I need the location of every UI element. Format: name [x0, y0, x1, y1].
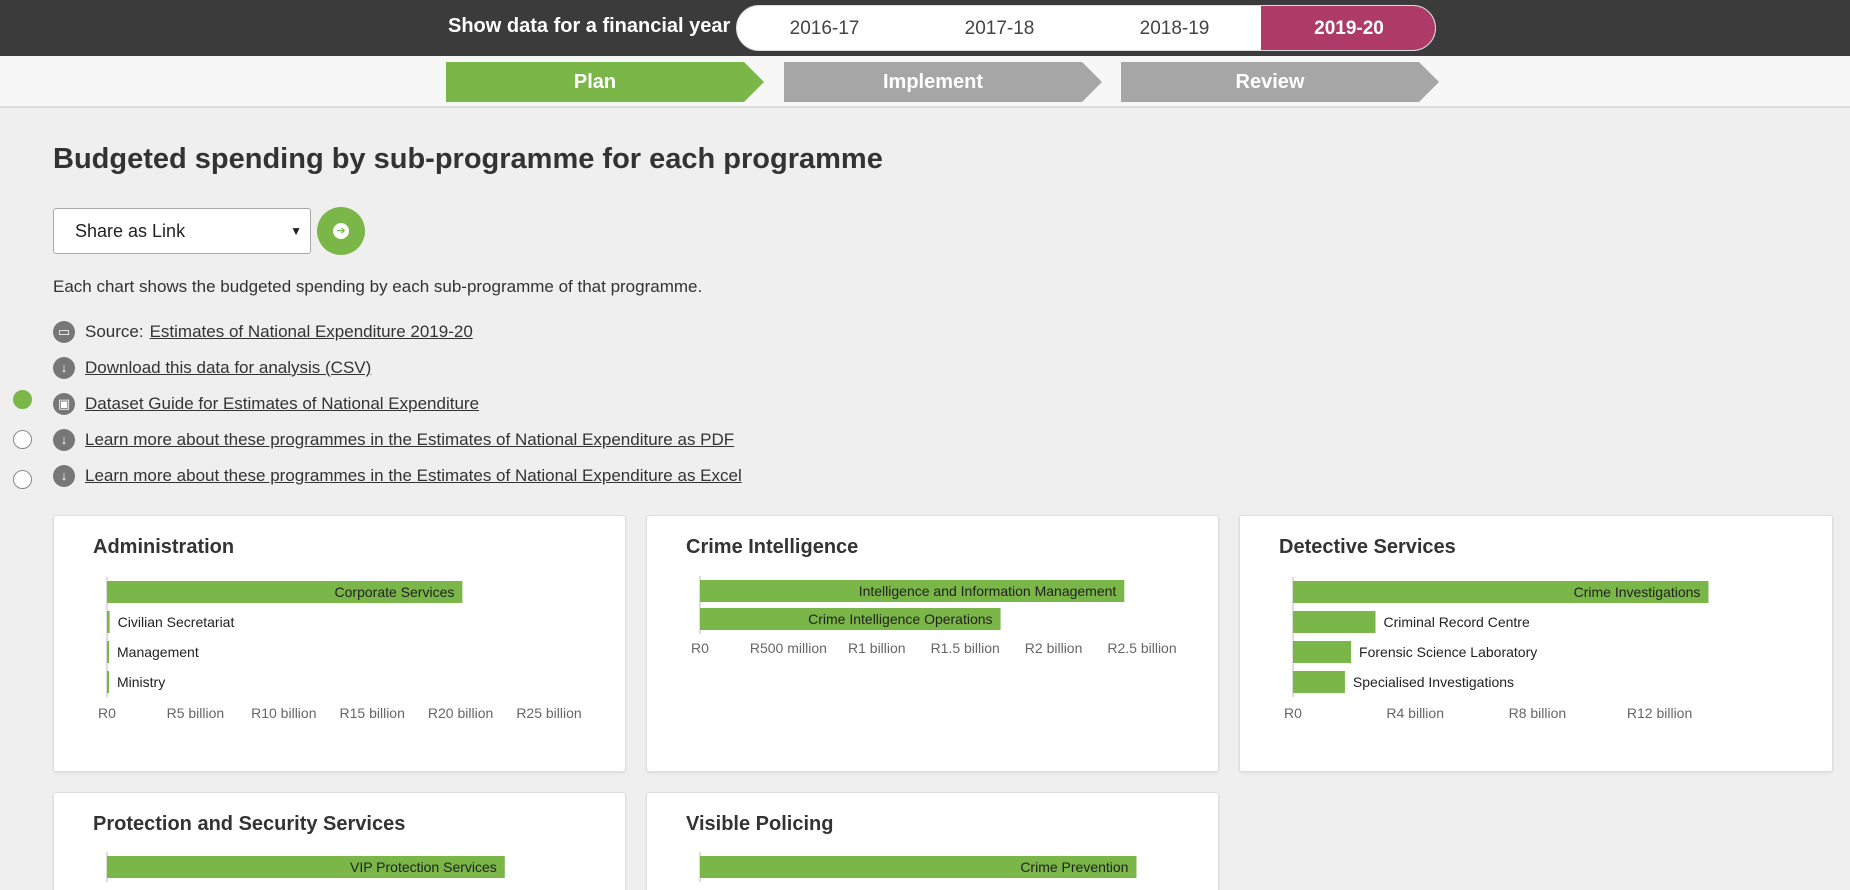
excel-link[interactable]: Learn more about these programmes in the…	[85, 466, 742, 485]
bar-chart: VIP Protection Services	[106, 852, 505, 882]
x-tick-label: R20 billion	[428, 705, 493, 721]
share-go-button[interactable]: ➔	[317, 207, 365, 255]
x-tick-label: R2 billion	[1025, 640, 1083, 656]
download-icon: ↓	[53, 465, 75, 487]
bar-label: Specialised Investigations	[1353, 674, 1514, 690]
x-tick-label: R1.5 billion	[931, 640, 1000, 656]
x-tick-label: R0	[691, 640, 709, 656]
page-title: Budgeted spending by sub-programme for e…	[53, 143, 883, 175]
x-tick-label: R4 billion	[1386, 705, 1444, 721]
chevron-down-icon: ▼	[290, 224, 302, 238]
bar-chart: Crime Investigations Criminal Record Cent…	[1284, 577, 1709, 721]
step-review[interactable]: Review	[1121, 62, 1439, 102]
arrow-right-icon: ➔	[333, 223, 349, 239]
year-2016-17[interactable]: 2016-17	[737, 6, 912, 50]
x-tick-label: R12 billion	[1627, 705, 1692, 721]
bar-label: Crime Intelligence Operations	[808, 611, 992, 627]
bar-chart: Corporate Services Civilian Secretariat Ma…	[98, 577, 582, 721]
bar[interactable]	[107, 611, 110, 633]
x-tick-label: R500 million	[750, 640, 827, 656]
x-tick-label: R15 billion	[340, 705, 405, 721]
x-tick-label: R10 billion	[251, 705, 316, 721]
step-implement[interactable]: Implement	[784, 62, 1102, 102]
folder-icon: ▭	[53, 321, 75, 343]
bar[interactable]	[107, 671, 109, 693]
chart-description: Each chart shows the budgeted spending b…	[53, 277, 703, 296]
share-select[interactable]: Share as Link ▼	[53, 208, 311, 254]
x-tick-label: R8 billion	[1509, 705, 1567, 721]
x-tick-label: R2.5 billion	[1107, 640, 1176, 656]
year-2018-19[interactable]: 2018-19	[1087, 6, 1262, 50]
bar-label: Civilian Secretariat	[118, 614, 235, 630]
x-tick-label: R5 billion	[167, 705, 225, 721]
download-icon: ↓	[53, 357, 75, 379]
guide-icon: ▣	[53, 393, 75, 415]
bar-chart: Crime Prevention	[699, 852, 1137, 882]
bar-label: Management	[117, 644, 199, 660]
bar-label: VIP Protection Services	[350, 859, 497, 875]
bar[interactable]	[1293, 641, 1352, 663]
x-tick-label: R0	[98, 705, 116, 721]
bar-label: Crime Investigations	[1574, 584, 1701, 600]
download-icon: ↓	[53, 429, 75, 451]
year-selector-bar: Show data for a financial year 2016-17 2…	[0, 0, 1850, 56]
chart-card-protection-security: Protection and Security Services VIP Pro…	[53, 792, 626, 890]
section-radio-3[interactable]	[13, 470, 32, 489]
chart-card-detective-services: Detective Services Crime Investigations C…	[1239, 515, 1833, 772]
chart-card-visible-policing: Visible Policing Crime Prevention	[646, 792, 1219, 890]
share-select-value: Share as Link	[75, 221, 186, 241]
pdf-link[interactable]: Learn more about these programmes in the…	[85, 430, 734, 449]
bar-label: Intelligence and Information Management	[859, 583, 1117, 599]
x-tick-label: R25 billion	[516, 705, 581, 721]
x-tick-label: R0	[1284, 705, 1302, 721]
source-link[interactable]: Estimates of National Expenditure 2019-2…	[150, 322, 473, 341]
bar-label: Crime Prevention	[1020, 859, 1128, 875]
bar[interactable]	[107, 641, 109, 663]
year-selector-label: Show data for a financial year	[448, 15, 731, 37]
dataset-guide-link[interactable]: Dataset Guide for Estimates of National …	[85, 394, 479, 413]
bar-label: Forensic Science Laboratory	[1359, 644, 1537, 660]
year-2017-18[interactable]: 2017-18	[912, 6, 1087, 50]
bar-label: Criminal Record Centre	[1383, 614, 1529, 630]
year-pills: 2016-17 2017-18 2018-19 2019-20	[736, 5, 1436, 51]
x-tick-label: R1 billion	[848, 640, 906, 656]
step-plan[interactable]: Plan	[446, 62, 764, 102]
progress-steps: Plan Implement Review	[0, 56, 1850, 108]
source-prefix: Source:	[85, 322, 144, 341]
section-radio-2[interactable]	[13, 430, 32, 449]
download-csv-link[interactable]: Download this data for analysis (CSV)	[85, 358, 371, 377]
chart-card-administration: Administration Corporate Services Civilia…	[53, 515, 626, 772]
bar[interactable]	[1293, 611, 1376, 633]
bar[interactable]	[1293, 671, 1345, 693]
bar-label: Corporate Services	[335, 584, 455, 600]
year-2019-20[interactable]: 2019-20	[1261, 6, 1435, 50]
bar-label: Ministry	[117, 674, 165, 690]
chart-card-crime-intelligence: Crime Intelligence Intelligence and Info…	[646, 515, 1219, 772]
bar-chart: Intelligence and Information Management C…	[691, 576, 1177, 656]
section-radio-1[interactable]	[13, 390, 32, 409]
